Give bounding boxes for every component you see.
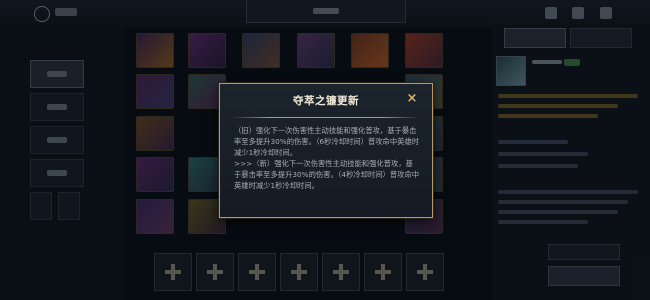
title-divider (232, 117, 420, 118)
update-notice-dialog: 夺萃之镰更新 × （旧）强化下一次伤害性主动技能和强化普攻，基于暴击率至多提升3… (219, 83, 433, 218)
dialog-title: 夺萃之镰更新 (293, 95, 359, 107)
dialog-body: （旧）强化下一次伤害性主动技能和强化普攻，基于暴击率至多提升30%的伤害。（6秒… (234, 126, 420, 191)
old-description: （旧）强化下一次伤害性主动技能和强化普攻，基于暴击率至多提升30%的伤害。（6秒… (234, 126, 420, 157)
new-description: >>>（新）强化下一次伤害性主动技能和强化普攻，基于暴击率至多提升30%的伤害。… (234, 158, 420, 190)
close-icon[interactable]: × (406, 92, 418, 105)
